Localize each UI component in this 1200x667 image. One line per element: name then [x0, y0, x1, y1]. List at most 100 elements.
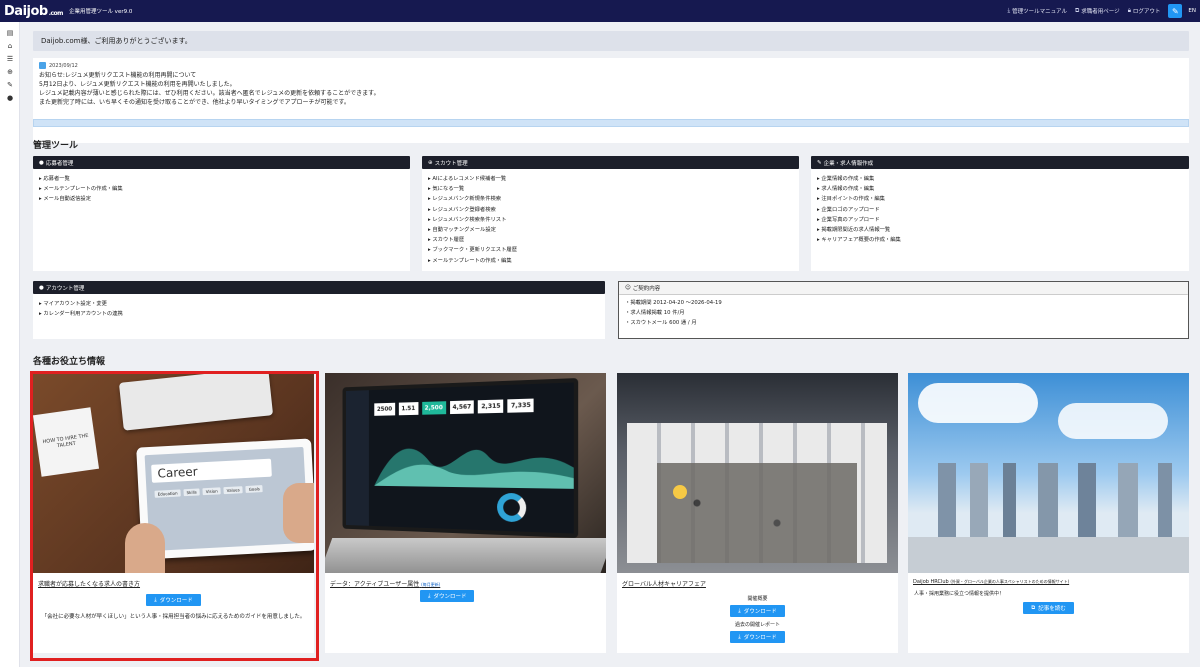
panel-link[interactable]: ▸ 企業情報の作成・編集	[817, 174, 1183, 184]
tools-section-title: 管理ツール	[33, 141, 79, 151]
card-title-link[interactable]: 求職者が応募したくなる求人の書き方	[33, 573, 314, 588]
panel-link[interactable]: ▸ スカウト履歴	[428, 235, 793, 245]
panel-header: ☺ ご契約内容	[619, 282, 1188, 295]
card-description: 「会社に必要な人材が早くほしい」という人事・採用担当者の悩みに応えるためのガイド…	[41, 614, 306, 620]
panel-body: ・掲載期間 2012-04-20 〜2026-04-19 ・求人情報掲載 10 件…	[619, 295, 1188, 334]
download-icon: ⤓	[1007, 7, 1011, 14]
card-thumbnail: HOW TO HIRE THE TALENT Career Education …	[33, 373, 314, 573]
keyboard	[118, 373, 274, 431]
database-icon[interactable]: ☰	[0, 53, 20, 65]
logo[interactable]: Daijob.com	[4, 4, 63, 19]
search-icon[interactable]: ⊕	[0, 66, 20, 78]
panel-link[interactable]: ▸ 注目ポイントの作成・編集	[817, 194, 1183, 204]
notice-line: また更新完了時には、いち早くその通知を受け取ることができ、他社より早いタイミング…	[39, 99, 350, 106]
panel-link: ・スカウトメール 600 通 / 月	[625, 320, 697, 327]
panel-link[interactable]: ▸ ブックマーク・更新リクエスト履歴	[428, 245, 793, 255]
edit-icon: ✎	[817, 159, 822, 166]
panel-link[interactable]: ▸ メールテンプレートの作成・編集	[428, 256, 793, 266]
tag-row: Education Skills Vision Values Goals	[154, 483, 294, 498]
notice-box: 2023/09/12 お知らせ:レジュメ更新リクエスト機能の利用再開について 5…	[33, 58, 1189, 143]
card-description: 人事・採用業務に役立つ情報を提供中！	[914, 591, 1005, 597]
info-card-hrclub: Daijob HRClub (外資・グローバル企業の人事スペシャリストのための情…	[908, 373, 1189, 653]
card-thumbnail	[908, 373, 1189, 573]
panel-link[interactable]: ▸ AIによるレコメンド候補者一覧	[428, 174, 793, 184]
download-icon: ⤓	[738, 633, 741, 640]
card-subheading: 過去の開催レポート	[734, 622, 780, 628]
top-nav: ⤓ 管理ツールマニュアル ⧉ 求職者用ページ 🔒︎ ログアウト ✎ EN	[1008, 0, 1196, 22]
user-icon: ●	[39, 284, 44, 291]
card-title-link[interactable]: データ：アクティブユーザー属性 (毎月更新)	[325, 573, 606, 588]
jobseeker-page-link[interactable]: ⧉ 求職者用ページ	[1075, 7, 1120, 15]
sidebar: ▤ ⌂ ☰ ⊕ ✎ ●	[0, 22, 20, 667]
career-search-box: Career	[151, 458, 272, 483]
cloud	[918, 383, 1038, 423]
info-card-job-writing: HOW TO HIRE THE TALENT Career Education …	[30, 371, 319, 661]
panel-link[interactable]: ▸ 企業写真のアップロード	[817, 215, 1183, 225]
external-link-icon: ⧉	[1075, 7, 1080, 14]
panel-link[interactable]: ▸ 求人情報の作成・編集	[817, 184, 1183, 194]
notice-date: 2023/09/12	[39, 62, 1183, 69]
download-button[interactable]: ⤓ ダウンロード	[146, 594, 201, 606]
top-bar: Daijob.com 企業用管理ツール ver9.0 ⤓ 管理ツールマニュアル ⧉…	[0, 0, 1200, 22]
hand	[283, 483, 314, 543]
edit-icon[interactable]: ✎	[0, 79, 20, 91]
card-thumbnail	[617, 373, 898, 573]
pin-button[interactable]: ✎	[1168, 4, 1183, 18]
donut-graphic	[497, 492, 527, 523]
panel-link[interactable]: ▸ レジュメバンク新規条件検索	[428, 194, 793, 204]
panel-link[interactable]: ▸ メール自動返信設定	[39, 194, 404, 204]
card-title-link[interactable]: グローバル人材キャリアフェア	[617, 573, 898, 588]
yellow-balloon	[673, 485, 687, 499]
crowd	[657, 463, 857, 563]
notice-line: 5月12日より、レジュメ更新リクエスト機能の利用を再開いたしました。	[39, 81, 236, 88]
info-card-career-fair: グローバル人材キャリアフェア 開催概要 ⤓ ダウンロード 過去の開催レポート ⤓ ダ…	[617, 373, 898, 653]
panel-link: ・求人情報掲載 10 件/月	[625, 310, 685, 317]
hand	[125, 523, 165, 573]
welcome-banner: Daijob.com様、ご利用ありがとうございます。	[33, 31, 1189, 51]
city-ground	[908, 537, 1189, 573]
home-icon[interactable]: ⌂	[0, 40, 20, 52]
download-button[interactable]: ⤓ ダウンロード	[730, 605, 785, 617]
area-chart-graphic	[374, 447, 574, 489]
download-icon: ⤓	[154, 596, 157, 603]
panel-header: ● アカウント管理	[33, 281, 605, 294]
panel-body: ▸ AIによるレコメンド候補者一覧 ▸ 気になる一覧 ▸ レジュメバンク新規条件検索…	[422, 169, 799, 271]
cloud	[1058, 403, 1168, 439]
panel-body: ▸ マイアカウント設定・変更 ▸ カレンダー利用アカウントの連携	[33, 294, 605, 324]
logout-link[interactable]: 🔒︎ ログアウト	[1128, 7, 1161, 15]
panel-link[interactable]: ▸ カレンダー利用アカウントの連携	[39, 309, 599, 319]
panel-body: ▸ 企業情報の作成・編集 ▸ 求人情報の作成・編集 ▸ 注目ポイントの作成・編集 ▸ …	[811, 169, 1189, 250]
language-toggle[interactable]: EN	[1188, 8, 1196, 14]
panel-link[interactable]: ▸ 掲載期限間近の求人情報一覧	[817, 225, 1183, 235]
panel-link[interactable]: ▸ 応募者一覧	[39, 174, 404, 184]
panel-link[interactable]: ▸ レジュメバンク検索条件リスト	[428, 215, 793, 225]
panel-link: ・掲載期間 2012-04-20 〜2026-04-19	[625, 300, 722, 306]
user-icon[interactable]: ●	[0, 92, 20, 104]
panel-link[interactable]: ▸ メールテンプレートの作成・編集	[39, 184, 404, 194]
main-content: Daijob.com様、ご利用ありがとうございます。 2023/09/12 お知…	[30, 31, 1189, 661]
lock-icon: 🔒︎	[1127, 7, 1131, 14]
panel-link[interactable]: ▸ マイアカウント設定・変更	[39, 299, 599, 309]
panel-header: ● 応募者管理	[33, 156, 410, 169]
panel-link[interactable]: ▸ キャリアフェア概要の作成・編集	[817, 235, 1183, 245]
panel-link[interactable]: ▸ 自動マッチングメール設定	[428, 225, 793, 235]
company-job-panel: ✎ 企業・求人情報作成 ▸ 企業情報の作成・編集 ▸ 求人情報の作成・編集 ▸ 注目ポ…	[811, 156, 1189, 271]
pin-icon: ✎	[1172, 6, 1179, 16]
laptop-base	[325, 538, 606, 573]
scout-management-panel: ⊕ スカウト管理 ▸ AIによるレコメンド候補者一覧 ▸ 気になる一覧 ▸ レジュメバ…	[422, 156, 799, 271]
info-section-title: 各種お役立ち情報	[33, 357, 106, 367]
panel-link[interactable]: ▸ 気になる一覧	[428, 184, 793, 194]
card-title-link[interactable]: Daijob HRClub (外資・グローバル企業の人事スペシャリストのための情…	[908, 573, 1189, 585]
list-icon[interactable]: ▤	[0, 27, 20, 39]
manual-link[interactable]: ⤓ 管理ツールマニュアル	[1008, 7, 1068, 15]
laptop-screen: 2500 1.51 2,500 4,567 2,315 7,335	[342, 378, 579, 538]
panel-link[interactable]: ▸ 企業ロゴのアップロード	[817, 205, 1183, 215]
download-button[interactable]: ⤓ ダウンロード	[420, 590, 475, 602]
contract-panel: ☺ ご契約内容 ・掲載期間 2012-04-20 〜2026-04-19 ・求人情報…	[618, 281, 1189, 339]
read-article-button[interactable]: ⧉ 記事を読む	[1023, 602, 1074, 614]
notice-line: レジュメ記載内容が薄いと感じられた際には、ぜひ利用ください。該当者へ匿名でレジュ…	[39, 90, 380, 97]
download-button[interactable]: ⤓ ダウンロード	[730, 631, 785, 643]
stat-row: 2500 1.51 2,500 4,567 2,315 7,335	[374, 398, 535, 416]
notice-line: お知らせ:レジュメ更新リクエスト機能の利用再開について	[39, 72, 197, 79]
panel-link[interactable]: ▸ レジュメバンク登録者検索	[428, 205, 793, 215]
